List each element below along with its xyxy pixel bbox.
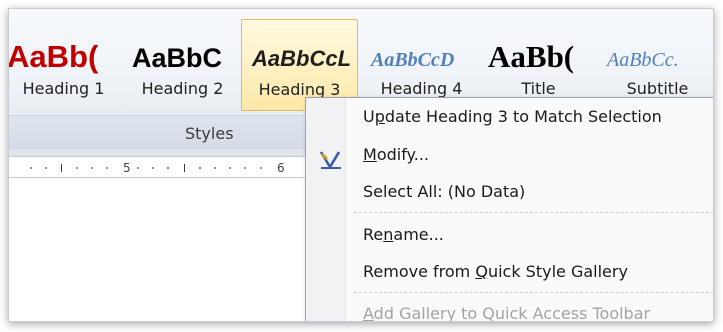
style-label: Heading 1 [22, 79, 105, 98]
ruler-label-5: 5 [123, 161, 131, 175]
menu-item-select-all[interactable]: Select All: (No Data) [363, 179, 525, 205]
style-label: Heading 4 [380, 79, 463, 98]
style-heading-1[interactable]: AaBb( Heading 1 [8, 19, 122, 111]
styles-group-label: Styles [185, 124, 234, 143]
menu-item-rename[interactable]: Rename... [363, 222, 444, 248]
style-preview: AaBbCcL [252, 46, 352, 71]
menu-separator [354, 212, 713, 213]
style-preview: AaBb( [488, 39, 575, 74]
modify-style-icon [319, 151, 341, 170]
menu-icon-gutter [306, 98, 346, 321]
menu-item-modify[interactable]: Modify... [363, 142, 429, 168]
style-preview: AaBbCcD [371, 49, 455, 71]
style-label: Subtitle [626, 79, 689, 98]
context-menu: Update Heading 3 to Match Selection Modi… [305, 97, 713, 322]
menu-item-update-to-match[interactable]: Update Heading 3 to Match Selection [363, 104, 662, 130]
menu-item-add-to-quick-access: Add Gallery to Quick Access Toolbar [363, 304, 651, 322]
style-heading-2[interactable]: AaBbC Heading 2 [124, 19, 241, 111]
ruler-label-6: 6 [277, 161, 285, 175]
style-label: Title [521, 79, 556, 98]
style-label: Heading 2 [141, 79, 224, 98]
style-preview: AaBbCc. [607, 49, 679, 71]
menu-item-remove-from-gallery[interactable]: Remove from Quick Style Gallery [363, 259, 628, 285]
menu-separator [354, 292, 713, 293]
style-preview: AaBbC [132, 43, 223, 73]
word-ribbon-window: AaBb( Heading 1 AaBbC Heading 2 AaBbCcL … [8, 8, 714, 322]
style-preview: AaBb( [8, 39, 99, 74]
